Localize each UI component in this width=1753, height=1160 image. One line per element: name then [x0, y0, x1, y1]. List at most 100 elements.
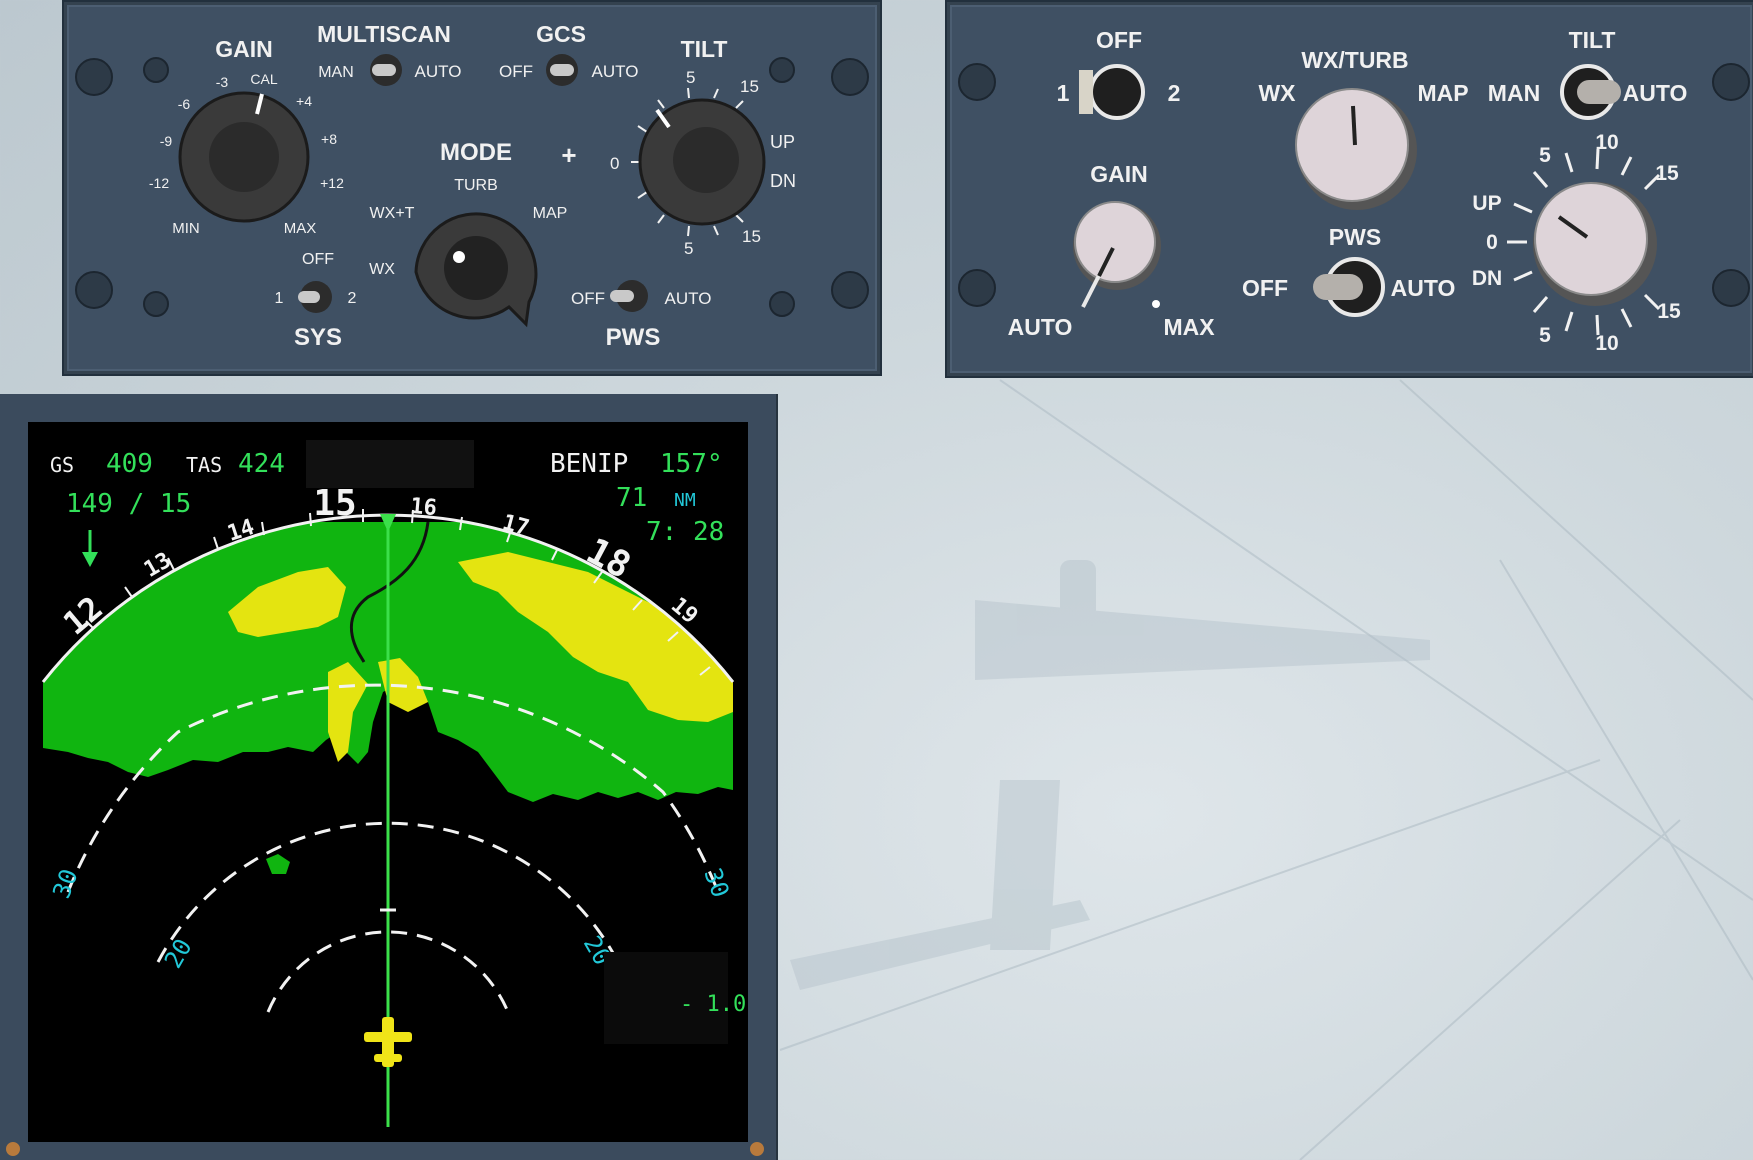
mode-map: MAP — [533, 205, 568, 222]
tilt-angle-readout: - 1.0° — [680, 992, 748, 1017]
tilt-10-bottom: 10 — [1595, 332, 1618, 355]
gain-min: MIN — [172, 220, 200, 237]
panel-screw — [143, 57, 169, 83]
bezel-rivet — [6, 1142, 20, 1156]
gain-knob[interactable] — [178, 91, 310, 223]
gcs-label: GCS — [536, 21, 586, 47]
gain-tick: -9 — [160, 133, 173, 149]
range-label: 30 — [698, 864, 734, 901]
tas-label: TAS — [186, 453, 222, 477]
tilt-up: UP — [1472, 192, 1501, 215]
gain-tick: -6 — [178, 96, 191, 112]
wxturb-label: WX/TURB — [1301, 47, 1408, 73]
tas-value: 424 — [238, 449, 285, 479]
bezel-rivet — [750, 1142, 764, 1156]
mode-turb: TURB — [454, 177, 498, 194]
sys-selector-switch[interactable] — [1079, 64, 1145, 120]
tilt-5-top: 5 — [1539, 144, 1551, 167]
waypoint-name: BENIP — [550, 449, 628, 479]
wxturb-map: MAP — [1417, 80, 1468, 106]
mode-wxt: WX+T — [370, 205, 415, 222]
gain-tick: -12 — [149, 175, 169, 191]
mode-plus: + — [561, 140, 576, 170]
wind-readout: 149 / 15 — [66, 489, 191, 519]
panel-bolt — [1712, 269, 1750, 307]
mode-wx: WX — [369, 261, 395, 278]
sys-2-label: 2 — [1168, 80, 1181, 106]
pws-switch[interactable] — [1313, 257, 1385, 317]
multiscan-toggle[interactable] — [370, 54, 402, 86]
gcs-auto: AUTO — [592, 62, 639, 81]
pws-off: OFF — [1242, 275, 1288, 301]
gcs-toggle[interactable] — [546, 54, 578, 86]
gain-max: MAX — [284, 220, 317, 237]
tilt-auto: AUTO — [1623, 80, 1688, 106]
tilt-man: MAN — [1488, 80, 1540, 106]
tilt-5-bottom: 5 — [684, 239, 693, 258]
tilt-knob[interactable] — [638, 98, 766, 226]
gs-label: GS — [50, 453, 74, 477]
right-weather-radar-panel: OFF 1 2 WX/TURB WX MAP TILT MAN AUTO 10 … — [945, 0, 1753, 378]
tilt-15-bottom: 15 — [742, 227, 761, 246]
panel-bolt — [958, 269, 996, 307]
compass-label: 16 — [409, 494, 438, 521]
left-weather-radar-panel: GAIN -3 CAL +4 -6 +8 -9 +12 -12 MIN MAX … — [62, 0, 882, 376]
sys-toggle[interactable] — [298, 281, 332, 313]
tilt-mode-switch[interactable] — [1560, 64, 1621, 120]
sys-1-label: 1 — [1057, 80, 1070, 106]
tilt-knob[interactable] — [1533, 182, 1657, 306]
range-label: 20 — [159, 934, 198, 973]
wxturb-knob[interactable] — [1295, 88, 1417, 210]
panel-bolt — [1712, 63, 1750, 101]
nd-weather-radar-screen: 12 13 14 15 16 17 18 19 30 20 20 30 GS 4… — [28, 422, 759, 1142]
gain-tick: +12 — [320, 175, 344, 191]
tilt-dn: DN — [770, 171, 796, 191]
waypoint-bearing: 157° — [660, 449, 723, 479]
wind-direction-arrow — [82, 530, 98, 567]
pws-auto: AUTO — [1391, 275, 1456, 301]
tilt-5-bottom: 5 — [1539, 324, 1551, 347]
waypoint-eta: 7: 28 — [646, 517, 724, 547]
sys-label: SYS — [294, 324, 342, 351]
tilt-zero: 0 — [1486, 231, 1498, 254]
tilt-15-top: 15 — [740, 77, 759, 96]
gain-tick: -3 — [216, 74, 229, 90]
gain-tick: +8 — [321, 131, 337, 147]
sys-2: 2 — [348, 290, 357, 307]
tilt-label: TILT — [681, 36, 728, 62]
multiscan-auto: AUTO — [415, 62, 462, 81]
pws-auto: AUTO — [665, 289, 712, 308]
tilt-label: TILT — [1569, 27, 1616, 53]
gain-max-dot — [1152, 300, 1160, 308]
panel-bolt — [831, 58, 869, 96]
waypoint-distance: 71 — [616, 483, 647, 513]
pws-label: PWS — [1329, 224, 1381, 250]
tilt-up: UP — [770, 132, 795, 152]
distance-unit: NM — [674, 490, 696, 511]
gain-max: MAX — [1163, 314, 1215, 340]
panel-bolt — [75, 58, 113, 96]
aircraft-symbol — [364, 1017, 412, 1067]
gain-tick: +4 — [296, 93, 312, 109]
pws-off: OFF — [571, 289, 605, 308]
range-label: 30 — [47, 865, 83, 902]
compass-label: 15 — [313, 483, 356, 524]
gain-knob[interactable] — [1073, 201, 1161, 308]
gain-auto: AUTO — [1008, 314, 1073, 340]
multiscan-label: MULTISCAN — [317, 21, 451, 47]
tilt-15-bottom: 15 — [1657, 300, 1681, 323]
gcs-off: OFF — [499, 62, 533, 81]
pws-toggle[interactable] — [610, 280, 648, 312]
tilt-15-top: 15 — [1655, 162, 1679, 185]
panel-bolt — [958, 63, 996, 101]
gs-value: 409 — [106, 449, 153, 479]
gain-label: GAIN — [1090, 161, 1148, 187]
mode-label: MODE — [440, 139, 512, 166]
pws-label: PWS — [606, 324, 661, 351]
mode-knob[interactable] — [414, 212, 538, 328]
sys-off: OFF — [302, 251, 334, 268]
sys-1: 1 — [275, 290, 284, 307]
tilt-5-top: 5 — [686, 68, 695, 87]
wxturb-wx: WX — [1258, 80, 1296, 106]
panel-screw — [143, 291, 169, 317]
